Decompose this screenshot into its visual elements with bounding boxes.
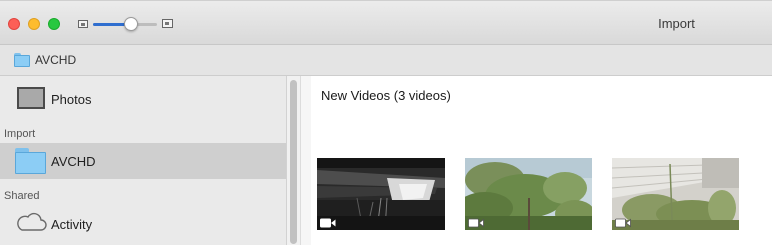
sidebar-section-header-import: Import — [4, 128, 36, 140]
photos-icon — [17, 87, 45, 109]
video-preview-image — [317, 158, 445, 230]
small-thumbnail-icon[interactable] — [78, 20, 88, 28]
path-folder-label[interactable]: AVCHD — [35, 53, 76, 67]
window-titlebar: Import — [0, 0, 772, 45]
sidebar-item-avchd[interactable]: AVCHD — [0, 143, 286, 179]
folder-icon[interactable] — [14, 53, 30, 67]
window-top-border — [0, 0, 772, 1]
folder-icon — [15, 148, 46, 174]
section-title: New Videos (3 videos) — [321, 88, 451, 103]
video-thumbnail[interactable] — [612, 158, 739, 230]
import-browser: New Videos (3 videos) — [301, 76, 772, 245]
content-edge — [301, 76, 311, 245]
sidebar-section-header-shared: Shared — [4, 190, 40, 202]
large-thumbnail-icon[interactable] — [162, 19, 173, 28]
video-camera-icon — [615, 218, 631, 228]
video-camera-icon — [320, 218, 336, 228]
video-preview-image — [612, 158, 739, 230]
path-bar: AVCHD — [0, 45, 772, 76]
sidebar-scrollbar-thumb[interactable] — [290, 80, 297, 244]
sidebar: Photos Import AVCHD Shared Activity — [0, 76, 287, 245]
cloud-icon — [17, 212, 47, 231]
sidebar-item-photos[interactable]: Photos — [0, 76, 286, 120]
zoom-window-button[interactable] — [48, 18, 60, 30]
close-window-button[interactable] — [8, 18, 20, 30]
thumbnail-size-slider-knob[interactable] — [124, 17, 139, 31]
sidebar-item-label: AVCHD — [51, 154, 96, 169]
video-thumbnail[interactable] — [317, 158, 445, 230]
sidebar-item-label: Photos — [51, 92, 92, 107]
video-thumbnail[interactable] — [465, 158, 592, 230]
video-camera-icon — [468, 218, 484, 228]
sidebar-item-activity[interactable]: Activity — [0, 204, 286, 242]
sidebar-item-label: Activity — [51, 217, 93, 232]
sidebar-scrollbar[interactable] — [287, 76, 301, 245]
window-title: Import — [658, 16, 695, 31]
video-preview-image — [465, 158, 592, 230]
minimize-window-button[interactable] — [28, 18, 40, 30]
